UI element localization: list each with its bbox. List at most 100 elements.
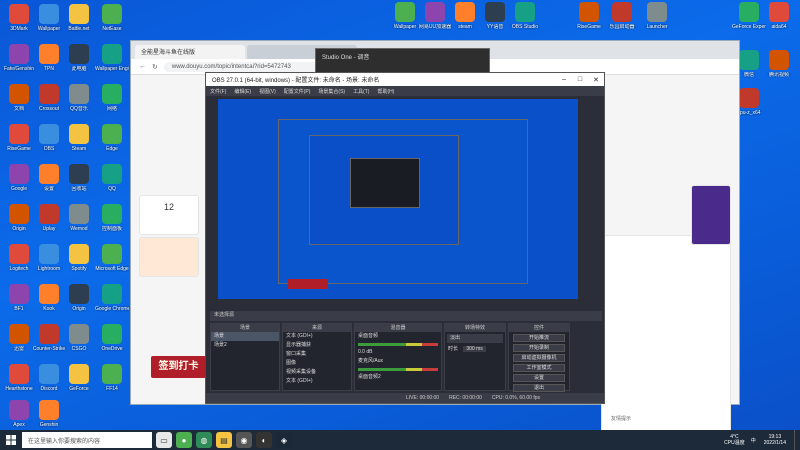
- browser-tab-active[interactable]: 全能星海斗鱼在线版: [135, 45, 245, 59]
- desktop-icon[interactable]: Wemod: [62, 204, 96, 244]
- wechat-icon[interactable]: ◍: [196, 432, 212, 448]
- chrome-icon[interactable]: ●: [176, 432, 192, 448]
- desktop-icon[interactable]: NetEase: [95, 4, 129, 44]
- desktop-icon[interactable]: Google: [2, 164, 36, 204]
- desktop-icon[interactable]: Spotify: [62, 244, 96, 284]
- menu-edit[interactable]: 编辑(E): [234, 88, 251, 95]
- source-item[interactable]: 图像: [283, 359, 351, 368]
- scenes-header: 场景: [211, 324, 279, 332]
- menu-tools[interactable]: 工具(T): [353, 88, 369, 95]
- language-indicator[interactable]: 中: [751, 437, 756, 444]
- desktop-icon[interactable]: 控制面板: [95, 204, 129, 244]
- desktop-icon[interactable]: FF14: [95, 364, 129, 404]
- windows-start-icon[interactable]: [0, 430, 22, 450]
- desktop-icon[interactable]: OBS: [32, 124, 66, 164]
- source-item[interactable]: 文本 (GDI+): [283, 377, 351, 386]
- desktop-icon[interactable]: 设置: [32, 164, 66, 204]
- source-item[interactable]: 视频采集设备: [283, 368, 351, 377]
- desktop-icon[interactable]: 文档: [2, 84, 36, 124]
- duration-field[interactable]: 300 ms: [463, 346, 486, 352]
- desktop-icon[interactable]: aida64: [762, 2, 796, 42]
- desktop-icon[interactable]: Edge: [95, 124, 129, 164]
- close-icon[interactable]: ✕: [588, 76, 604, 84]
- virtual-camera-button[interactable]: 启动虚拟摄像机: [513, 354, 565, 362]
- studio-one-taskbar-icon[interactable]: ◐: [256, 432, 272, 448]
- scene-item[interactable]: 场景2: [211, 341, 279, 350]
- desktop-icon[interactable]: TPN: [32, 44, 66, 84]
- desktop-icon[interactable]: GeForce Experience: [732, 2, 766, 42]
- desktop-icon[interactable]: Crossout: [32, 84, 66, 124]
- menu-scene-collection[interactable]: 场景集合(S): [318, 88, 345, 95]
- desktop-icon[interactable]: 3DMark: [2, 4, 36, 44]
- desktop-icon[interactable]: Launcher: [640, 2, 674, 42]
- desktop-icon[interactable]: Counter-Strike: [32, 324, 66, 364]
- obs-preview[interactable]: [218, 99, 578, 299]
- show-desktop-button[interactable]: [794, 430, 800, 450]
- desktop-icon[interactable]: Logitech: [2, 244, 36, 284]
- minimize-icon[interactable]: –: [556, 76, 572, 84]
- menu-view[interactable]: 视图(V): [259, 88, 276, 95]
- desktop-icon[interactable]: 回收站: [62, 164, 96, 204]
- desktop-icon[interactable]: Origin: [62, 284, 96, 324]
- reload-icon[interactable]: ↻: [152, 63, 158, 71]
- desktop-icon[interactable]: GeForce: [62, 364, 96, 404]
- desktop-icon[interactable]: Lightroom: [32, 244, 66, 284]
- desktop-icon[interactable]: BF1: [2, 284, 36, 324]
- streamer-card[interactable]: [139, 237, 199, 277]
- desktop-icon[interactable]: Google Chrome: [95, 284, 129, 324]
- desktop-icon[interactable]: RiseGame: [572, 2, 606, 42]
- source-item[interactable]: 显示器捕获: [283, 341, 351, 350]
- menu-help[interactable]: 帮助(H): [377, 88, 394, 95]
- task-view-icon[interactable]: ▭: [156, 432, 172, 448]
- desktop-icon[interactable]: 网易UU加速器: [418, 2, 452, 42]
- transition-select[interactable]: 淡出: [447, 334, 503, 343]
- back-icon[interactable]: ←: [139, 63, 146, 70]
- menu-file[interactable]: 文件(F): [210, 88, 226, 95]
- desktop-icon[interactable]: 迅雷: [2, 324, 36, 364]
- file-explorer-icon[interactable]: ▤: [216, 432, 232, 448]
- obs-window[interactable]: OBS 27.0.1 (64-bit, windows) - 配置文件: 未命名…: [205, 72, 605, 404]
- taskbar-search-input[interactable]: 在这里输入你要搜索的内容: [22, 432, 152, 448]
- start-streaming-button[interactable]: 开始推流: [513, 334, 565, 342]
- desktop-icon[interactable]: Kook: [32, 284, 66, 324]
- desktop-icon[interactable]: Discord: [32, 364, 66, 404]
- desktop-icon[interactable]: Origin: [2, 204, 36, 244]
- desktop-icon[interactable]: 网络: [95, 84, 129, 124]
- steam-taskbar-icon[interactable]: ◈: [276, 432, 292, 448]
- studio-mode-button[interactable]: 工作室模式: [513, 364, 565, 372]
- desktop-icon-label: Battle.net: [68, 26, 90, 32]
- desktop-icon[interactable]: 此电脑: [62, 44, 96, 84]
- promo-badge[interactable]: [691, 185, 731, 245]
- desktop-icon[interactable]: 乐园启动器: [605, 2, 639, 42]
- desktop-icon[interactable]: QQ音乐: [62, 84, 96, 124]
- footer-text: 友情提示: [611, 416, 632, 422]
- settings-button[interactable]: 设置: [513, 374, 565, 382]
- exit-button[interactable]: 退出: [513, 384, 565, 392]
- desktop-icon[interactable]: OBS Studio: [508, 2, 542, 42]
- desktop-icon[interactable]: CSGO: [62, 324, 96, 364]
- desktop-icon[interactable]: Hearthstone: [2, 364, 36, 404]
- clock[interactable]: 19:13 2022/1/14: [764, 434, 786, 446]
- desktop-icon[interactable]: Wallpaper Engine: [95, 44, 129, 84]
- source-item[interactable]: 文本 (GDI+): [283, 332, 351, 341]
- obs-taskbar-icon[interactable]: ◉: [236, 432, 252, 448]
- desktop-icon[interactable]: 腾讯视频: [762, 50, 796, 90]
- desktop-icon[interactable]: RiseGame: [2, 124, 36, 164]
- start-recording-button[interactable]: 开始录制: [513, 344, 565, 352]
- scene-item[interactable]: 场景: [211, 332, 279, 341]
- desktop-icon[interactable]: Uplay: [32, 204, 66, 244]
- source-item[interactable]: 窗口采集: [283, 350, 351, 359]
- menu-profile[interactable]: 配置文件(P): [284, 88, 311, 95]
- desktop-icon[interactable]: Steam: [62, 124, 96, 164]
- desktop-icon[interactable]: Wallpaper: [32, 4, 66, 44]
- desktop-icon[interactable]: Microsoft Edge: [95, 244, 129, 284]
- checkin-banner[interactable]: 签到打卡: [151, 356, 206, 378]
- desktop-icon[interactable]: Wallpaper: [388, 2, 422, 42]
- desktop-icon[interactable]: Fate/Genshin: [2, 44, 36, 84]
- desktop-icon[interactable]: YY语音: [478, 2, 512, 42]
- maximize-icon[interactable]: □: [572, 76, 588, 84]
- desktop-icon[interactable]: OneDrive: [95, 324, 129, 364]
- desktop-icon[interactable]: steam: [448, 2, 482, 42]
- desktop-icon[interactable]: Battle.net: [62, 4, 96, 44]
- desktop-icon[interactable]: QQ: [95, 164, 129, 204]
